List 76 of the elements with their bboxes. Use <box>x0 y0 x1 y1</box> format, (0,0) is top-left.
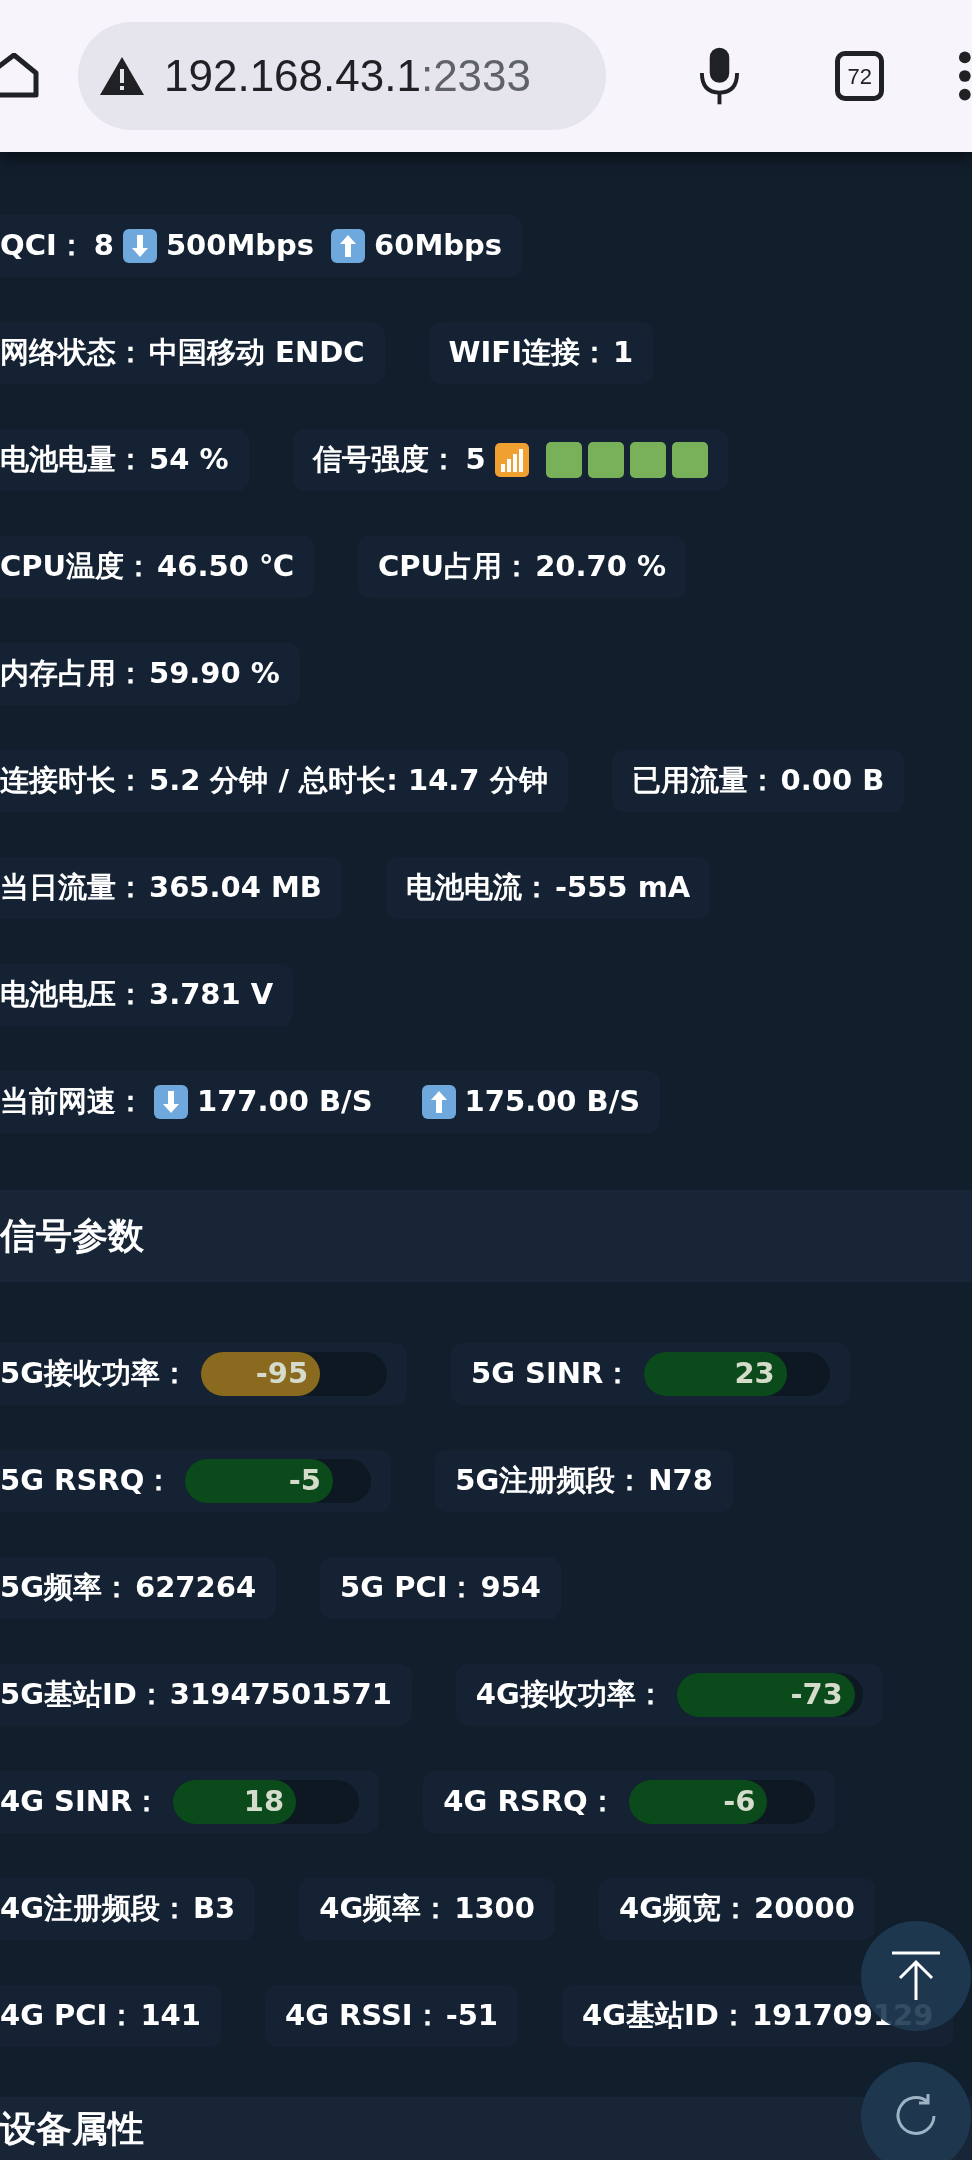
meter-value: 18 <box>243 1783 285 1821</box>
field-value: 365.04 MB <box>149 869 322 907</box>
field-label: CPU占用： <box>378 548 532 586</box>
field-label: 网络状态： <box>0 334 145 372</box>
field-label: 4G基站ID： <box>582 1997 748 2035</box>
field-label: 电池电量： <box>0 441 145 479</box>
url-text: 192.168.43.1:2333 <box>164 50 532 102</box>
field-label: 5G频率： <box>0 1569 131 1607</box>
field-label: 5G注册频段： <box>455 1462 645 1500</box>
field-value: 627264 <box>135 1569 257 1607</box>
field-label: 4G频宽： <box>619 1890 750 1928</box>
field-value: 59.90 % <box>149 655 280 693</box>
field-label: 信号强度： <box>312 441 458 479</box>
field-label: 已用流量： <box>631 762 777 800</box>
meter-value: -5 <box>288 1462 321 1500</box>
microphone-icon[interactable] <box>698 45 742 107</box>
field-value: N78 <box>648 1462 713 1500</box>
field-label: WIFI连接： <box>448 334 609 372</box>
field-label: 4G接收功率： <box>475 1676 665 1714</box>
signal-bars-icon <box>493 442 530 478</box>
field-value: 3.781 V <box>149 976 274 1014</box>
field-value: 1 <box>612 334 634 372</box>
field-label: 4G RSSI： <box>284 1997 442 2035</box>
field-value: 8 <box>93 227 114 265</box>
field-label: 电池电压： <box>0 976 145 1014</box>
field-label: 5G SINR： <box>471 1355 633 1393</box>
field-value: 20000 <box>753 1890 855 1928</box>
field-label: CPU温度： <box>0 548 154 586</box>
tab-count-button[interactable]: 72 <box>835 51 885 101</box>
field-label: 4G注册频段： <box>0 1890 189 1928</box>
field-value: 54 % <box>149 441 229 479</box>
field-value: 0.00 B <box>780 762 885 800</box>
meter-value: -6 <box>723 1783 756 1821</box>
field-value: 20.70 % <box>535 548 667 586</box>
address-bar[interactable]: 192.168.43.1:2333 <box>78 22 607 130</box>
field-label: 5G PCI： <box>340 1569 477 1607</box>
field-value: 954 <box>480 1569 541 1607</box>
meter-value: -95 <box>255 1355 309 1393</box>
field-value: 141 <box>140 1997 201 2035</box>
meter-value: -73 <box>790 1676 843 1714</box>
field-label: 4G SINR： <box>0 1783 162 1821</box>
section-title: 设备属性 <box>0 2107 144 2151</box>
download-rate: 177.00 B/S <box>197 1083 373 1121</box>
upload-rate: 175.00 B/S <box>464 1083 641 1121</box>
field-value: 46.50 ℃ <box>157 548 295 586</box>
field-value: 31947501571 <box>169 1676 392 1714</box>
menu-icon[interactable] <box>958 50 972 102</box>
field-value: 中国移动 ENDC <box>149 334 365 372</box>
field-value: 5 <box>465 441 486 479</box>
signal-level-square-icon <box>587 442 624 478</box>
download-rate: 500Mbps <box>165 227 315 265</box>
field-value: 1300 <box>454 1890 535 1928</box>
field-value: -555 mA <box>554 869 691 907</box>
field-label: 当前网速： <box>0 1083 145 1121</box>
field-label: 4G PCI： <box>0 1997 137 2035</box>
field-label: 当日流量： <box>0 869 145 907</box>
meter-value: 23 <box>734 1355 775 1393</box>
field-value: B3 <box>193 1890 236 1928</box>
field-label: 连接时长： <box>0 762 145 800</box>
field-label: 5G基站ID： <box>0 1676 166 1714</box>
field-label: 内存占用： <box>0 655 145 693</box>
field-label: 5G RSRQ： <box>0 1462 174 1500</box>
field-label: 4G RSRQ： <box>443 1783 617 1821</box>
warning-icon <box>98 55 146 97</box>
field-label: 4G频率： <box>319 1890 451 1928</box>
upload-rate: 60Mbps <box>374 227 503 265</box>
field-value: 5.2 分钟 / 总时长: 14.7 分钟 <box>149 762 548 800</box>
field-label: 5G接收功率： <box>0 1355 189 1393</box>
home-icon[interactable] <box>0 53 40 99</box>
field-value: -51 <box>445 1997 499 2035</box>
signal-level-square-icon <box>671 442 708 478</box>
signal-level-square-icon <box>545 442 582 478</box>
arrow-up-icon <box>890 1950 942 2002</box>
field-label: 电池电流： <box>405 869 551 907</box>
signal-level-square-icon <box>629 442 666 478</box>
field-label: QCI： <box>0 227 86 265</box>
